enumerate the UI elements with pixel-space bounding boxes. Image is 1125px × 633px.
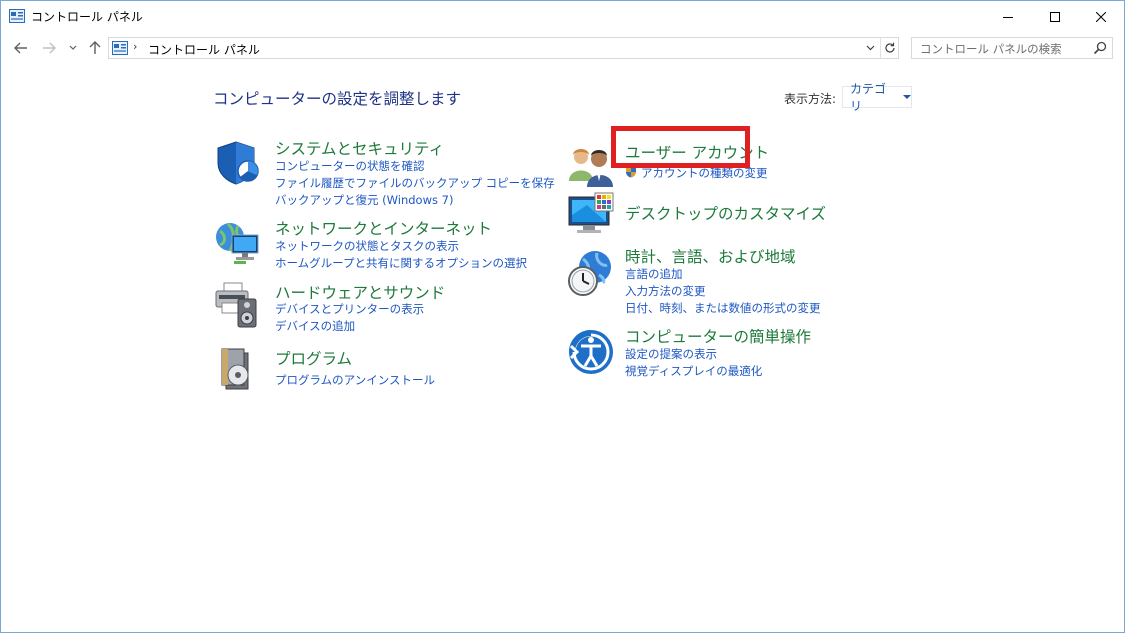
title-bar: コントロール パネル	[1, 1, 1124, 32]
category-system-security[interactable]: システムとセキュリティ	[275, 137, 444, 159]
caret-down-icon	[903, 95, 911, 99]
category-hardware-sound[interactable]: ハードウェアとサウンド	[275, 281, 445, 303]
close-button[interactable]	[1078, 1, 1124, 32]
recent-locations-button[interactable]	[67, 38, 79, 58]
ease-of-access-icon[interactable]	[567, 328, 615, 376]
link-change-date-format[interactable]: 日付、時刻、または数値の形式の変更	[625, 300, 821, 316]
link-check-computer-status[interactable]: コンピューターの状態を確認	[275, 158, 425, 174]
control-panel-icon	[9, 9, 25, 23]
highlight-box	[611, 126, 750, 168]
link-file-history-backup[interactable]: ファイル履歴でファイルのバックアップ コピーを保存	[275, 175, 555, 191]
category-clock-region[interactable]: 時計、言語、および地域	[625, 245, 796, 267]
link-add-language[interactable]: 言語の追加	[625, 266, 683, 282]
category-ease-of-access[interactable]: コンピューターの簡単操作	[625, 325, 811, 347]
desktop-personalization-icon[interactable]	[567, 191, 615, 239]
breadcrumb-control-panel[interactable]: コントロール パネル	[148, 41, 260, 58]
shield-icon[interactable]	[214, 139, 262, 187]
link-network-status[interactable]: ネットワークの状態とタスクの表示	[275, 238, 459, 254]
search-placeholder[interactable]: コントロール パネルの検索	[920, 41, 1062, 57]
address-bar[interactable]: › コントロール パネル	[108, 37, 899, 59]
refresh-button[interactable]	[880, 38, 899, 58]
view-by-dropdown[interactable]: カテゴリ	[842, 82, 912, 113]
category-programs[interactable]: プログラム	[275, 347, 352, 369]
link-uninstall-program[interactable]: プログラムのアンインストール	[275, 372, 435, 388]
link-add-device[interactable]: デバイスの追加	[275, 318, 355, 334]
arrow-right-icon	[43, 42, 56, 54]
link-optimize-visual-display[interactable]: 視覚ディスプレイの最適化	[625, 363, 762, 379]
chevron-down-icon	[69, 45, 77, 50]
control-panel-window: コントロール パネル › コントロール パネル コントロール パネルの検索 コン…	[0, 0, 1125, 633]
printer-speaker-icon[interactable]	[214, 281, 262, 329]
link-homegroup-sharing[interactable]: ホームグループと共有に関するオプションの選択	[275, 255, 527, 271]
view-by-value: カテゴリ	[850, 82, 887, 113]
link-change-input-method[interactable]: 入力方法の変更	[625, 283, 706, 299]
programs-icon[interactable]	[214, 345, 262, 393]
breadcrumb-separator[interactable]: ›	[133, 40, 137, 53]
user-accounts-icon[interactable]	[567, 141, 615, 189]
category-network-internet[interactable]: ネットワークとインターネット	[275, 217, 492, 239]
forward-button[interactable]	[40, 38, 58, 58]
clock-globe-icon[interactable]	[567, 249, 615, 297]
maximize-icon	[1050, 11, 1060, 22]
back-button[interactable]	[12, 38, 30, 58]
arrow-up-icon	[89, 41, 101, 54]
close-icon	[1096, 11, 1106, 22]
minimize-icon	[1003, 16, 1013, 18]
arrow-left-icon	[14, 42, 27, 54]
search-icon[interactable]	[1093, 41, 1107, 55]
link-backup-restore[interactable]: バックアップと復元 (Windows 7)	[275, 192, 453, 208]
minimize-button[interactable]	[985, 1, 1031, 32]
network-globe-icon[interactable]	[214, 217, 262, 265]
link-devices-printers[interactable]: デバイスとプリンターの表示	[275, 301, 424, 317]
chevron-down-icon	[866, 45, 874, 51]
link-get-recommendations[interactable]: 設定の提案の表示	[625, 346, 717, 362]
category-appearance[interactable]: デスクトップのカスタマイズ	[625, 202, 826, 224]
refresh-icon	[885, 42, 895, 53]
view-by-label: 表示方法:	[784, 92, 837, 106]
page-heading: コンピューターの設定を調整します	[213, 90, 462, 108]
address-dropdown-button[interactable]	[861, 38, 879, 58]
control-panel-icon	[112, 41, 128, 55]
search-box[interactable]: コントロール パネルの検索	[911, 37, 1113, 59]
maximize-button[interactable]	[1032, 1, 1078, 32]
up-button[interactable]	[87, 38, 103, 58]
window-title: コントロール パネル	[31, 10, 143, 24]
